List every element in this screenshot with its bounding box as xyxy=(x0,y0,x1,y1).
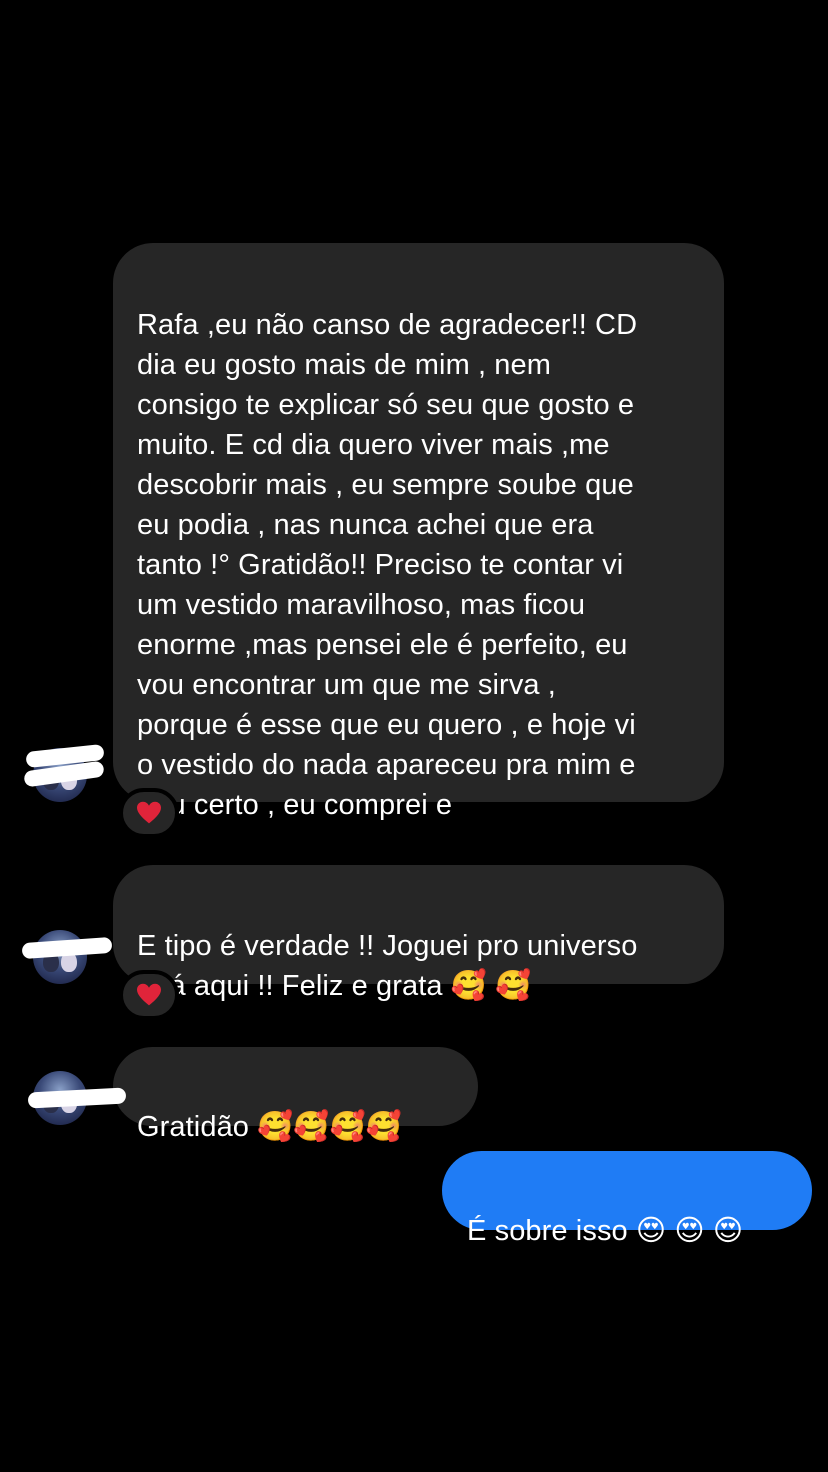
message-text: E tipo é verdade !! Joguei pro universo … xyxy=(137,930,638,1002)
heart-icon xyxy=(137,983,161,1006)
message-bubble-incoming[interactable]: Gratidão 🥰🥰🥰🥰 xyxy=(113,1047,478,1143)
message-text: É sobre isso 😍 😍 😍 xyxy=(467,1215,744,1247)
message-bubble-incoming[interactable]: Rafa ,eu não canso de agradecer!! CD dia… xyxy=(113,243,724,821)
message-text: Gratidão 🥰🥰🥰🥰 xyxy=(137,1111,403,1143)
message-text: Rafa ,eu não canso de agradecer!! CD dia… xyxy=(137,309,638,821)
message-reaction[interactable] xyxy=(119,788,179,838)
heart-icon xyxy=(137,801,161,824)
redaction-scribble xyxy=(21,936,113,960)
message-reaction[interactable] xyxy=(119,970,179,1020)
message-bubble-outgoing[interactable]: É sobre isso 😍 😍 😍 xyxy=(442,1151,812,1247)
message-bubble-incoming[interactable]: E tipo é verdade !! Joguei pro universo … xyxy=(113,865,724,1002)
